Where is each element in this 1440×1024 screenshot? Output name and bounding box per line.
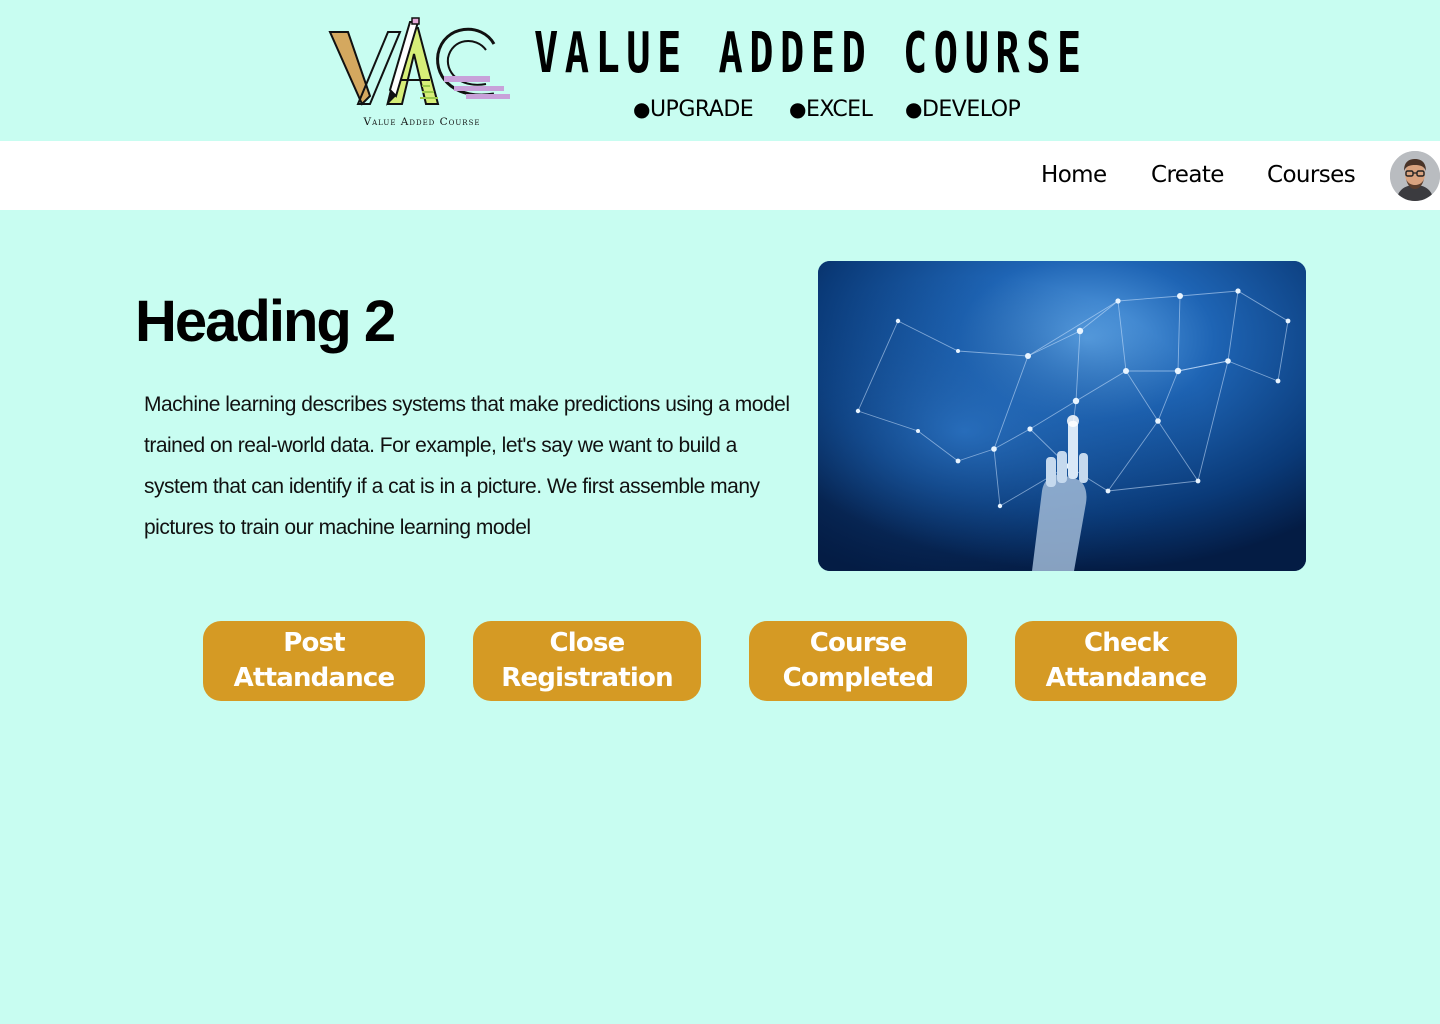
tagline-develop: ●DEVELOP (905, 95, 1025, 124)
action-buttons: Post Attandance Close Registration Cours… (0, 621, 1440, 701)
tagline-text: DEVELOP (921, 97, 1021, 122)
close-registration-button[interactable]: Close Registration (473, 621, 701, 701)
site-banner: Value Added Course VALUE ADDED COURSE ●U… (0, 0, 1440, 141)
post-attendance-button[interactable]: Post Attandance (203, 621, 425, 701)
button-line-1: Check (1084, 628, 1169, 658)
tagline-excel: ●EXCEL (789, 95, 905, 124)
course-description: Machine learning describes systems that … (144, 393, 790, 539)
button-line-2: Registration (501, 663, 673, 693)
nav-home-link[interactable]: Home (1041, 159, 1107, 191)
vac-logo-graphic (328, 17, 510, 106)
course-completed-button[interactable]: Course Completed (749, 621, 967, 701)
tagline-text: EXCEL (805, 97, 873, 122)
button-line-1: Post (283, 628, 345, 658)
check-attendance-button[interactable]: Check Attandance (1015, 621, 1237, 701)
bullet-icon: ● (905, 97, 922, 121)
tagline-text: UPGRADE (649, 97, 754, 122)
bullet-icon: ● (633, 97, 650, 121)
nav-courses-link[interactable]: Courses (1267, 159, 1356, 191)
taglines: ●UPGRADE ●EXCEL ●DEVELOP (633, 95, 1025, 124)
logo-caption: Value Added Course (363, 116, 481, 128)
button-line-2: Completed (782, 663, 934, 693)
button-line-2: Attandance (1045, 663, 1208, 693)
page-heading: Heading 2 (135, 289, 396, 354)
user-avatar[interactable] (1390, 151, 1440, 201)
button-line-1: Course (809, 628, 907, 658)
vac-logo[interactable]: Value Added Course (326, 14, 512, 132)
user-avatar-icon (1390, 151, 1440, 201)
top-nav: Home Create Courses (0, 141, 1440, 210)
button-line-2: Attandance (233, 663, 396, 693)
button-line-1: Close (549, 628, 626, 658)
bullet-icon: ● (789, 97, 806, 121)
site-title: VALUE ADDED COURSE (534, 21, 1088, 86)
robot-hand-network-image (818, 261, 1306, 571)
tagline-upgrade: ●UPGRADE (633, 95, 789, 124)
hero-image (818, 261, 1306, 571)
nav-create-link[interactable]: Create (1151, 159, 1224, 191)
